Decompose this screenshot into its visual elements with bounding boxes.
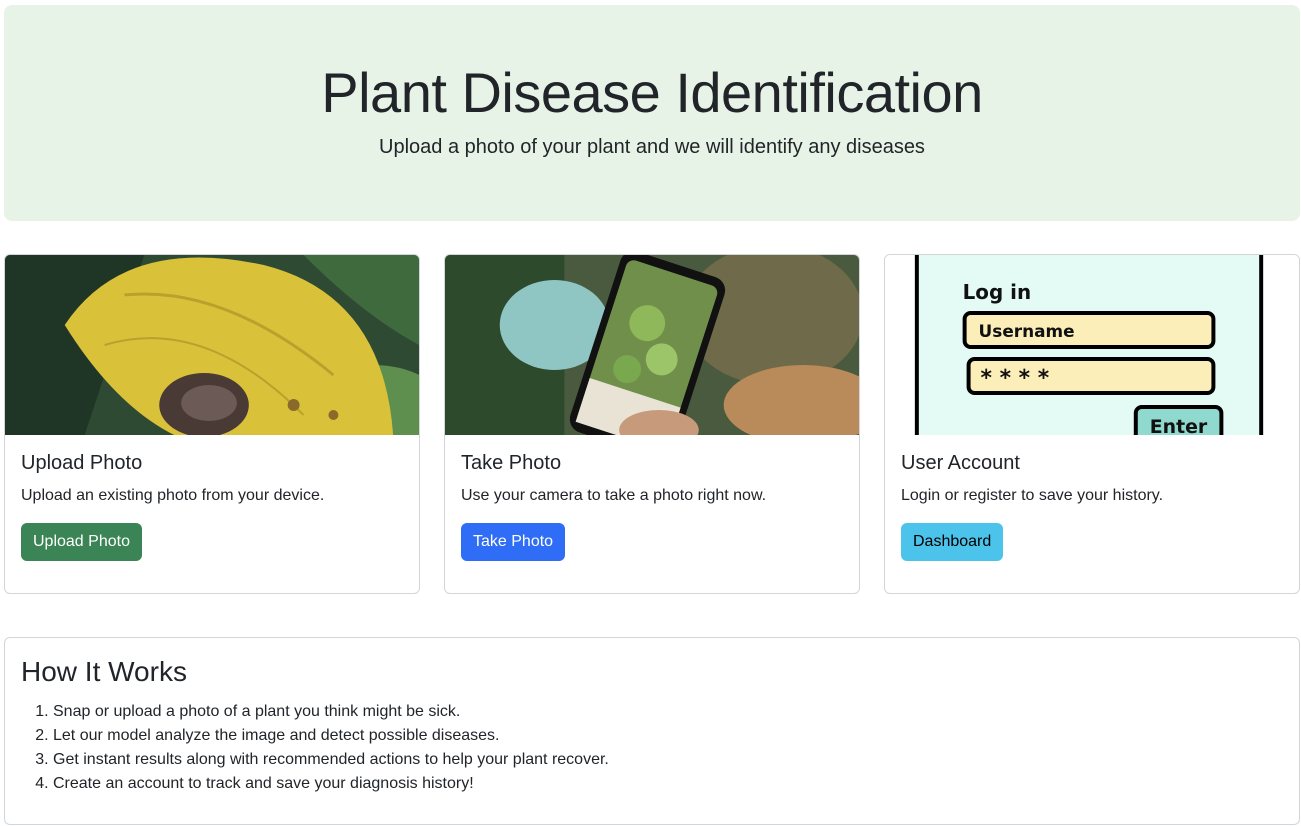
list-item: Create an account to track and save your…: [53, 772, 609, 796]
list-item: Get instant results along with recommend…: [53, 748, 609, 772]
card-title: Upload Photo: [21, 452, 143, 474]
list-item: Let our model analyze the image and dete…: [53, 724, 609, 748]
take-photo-button[interactable]: Take Photo: [461, 523, 566, 561]
yellowing-leaf-image: [5, 255, 419, 435]
upload-photo-button[interactable]: Upload Photo: [21, 523, 142, 561]
steps-list: Snap or upload a photo of a plant you th…: [53, 700, 609, 796]
page-title: Plant Disease Identification: [321, 61, 983, 124]
card-title: Take Photo: [461, 452, 562, 474]
card-title: User Account: [901, 452, 1020, 474]
list-item: Snap or upload a photo of a plant you th…: [53, 700, 609, 724]
illustration-username: Username: [979, 321, 1075, 341]
phone-camera-image: [445, 255, 859, 435]
illustration-heading: Log in: [963, 280, 1031, 304]
card-description: Login or register to save your history.: [901, 487, 1164, 504]
illustration-enter: Enter: [1150, 416, 1208, 435]
take-photo-card: Take Photo Use your camera to take a pho…: [444, 254, 860, 594]
dashboard-button[interactable]: Dashboard: [901, 523, 1004, 561]
illustration-password: * * * *: [981, 366, 1050, 391]
hero-banner: Plant Disease Identification Upload a ph…: [4, 5, 1300, 221]
user-account-card: Log in Username * * * * Enter User Accou…: [884, 254, 1300, 594]
upload-photo-card: Upload Photo Upload an existing photo fr…: [4, 254, 420, 594]
page-subtitle: Upload a photo of your plant and we will…: [379, 136, 925, 158]
login-illustration-image: Log in Username * * * * Enter: [885, 255, 1299, 435]
how-it-works-panel: How It Works Snap or upload a photo of a…: [4, 637, 1300, 825]
card-description: Upload an existing photo from your devic…: [21, 487, 325, 504]
card-description: Use your camera to take a photo right no…: [461, 487, 767, 504]
section-title: How It Works: [21, 656, 187, 687]
